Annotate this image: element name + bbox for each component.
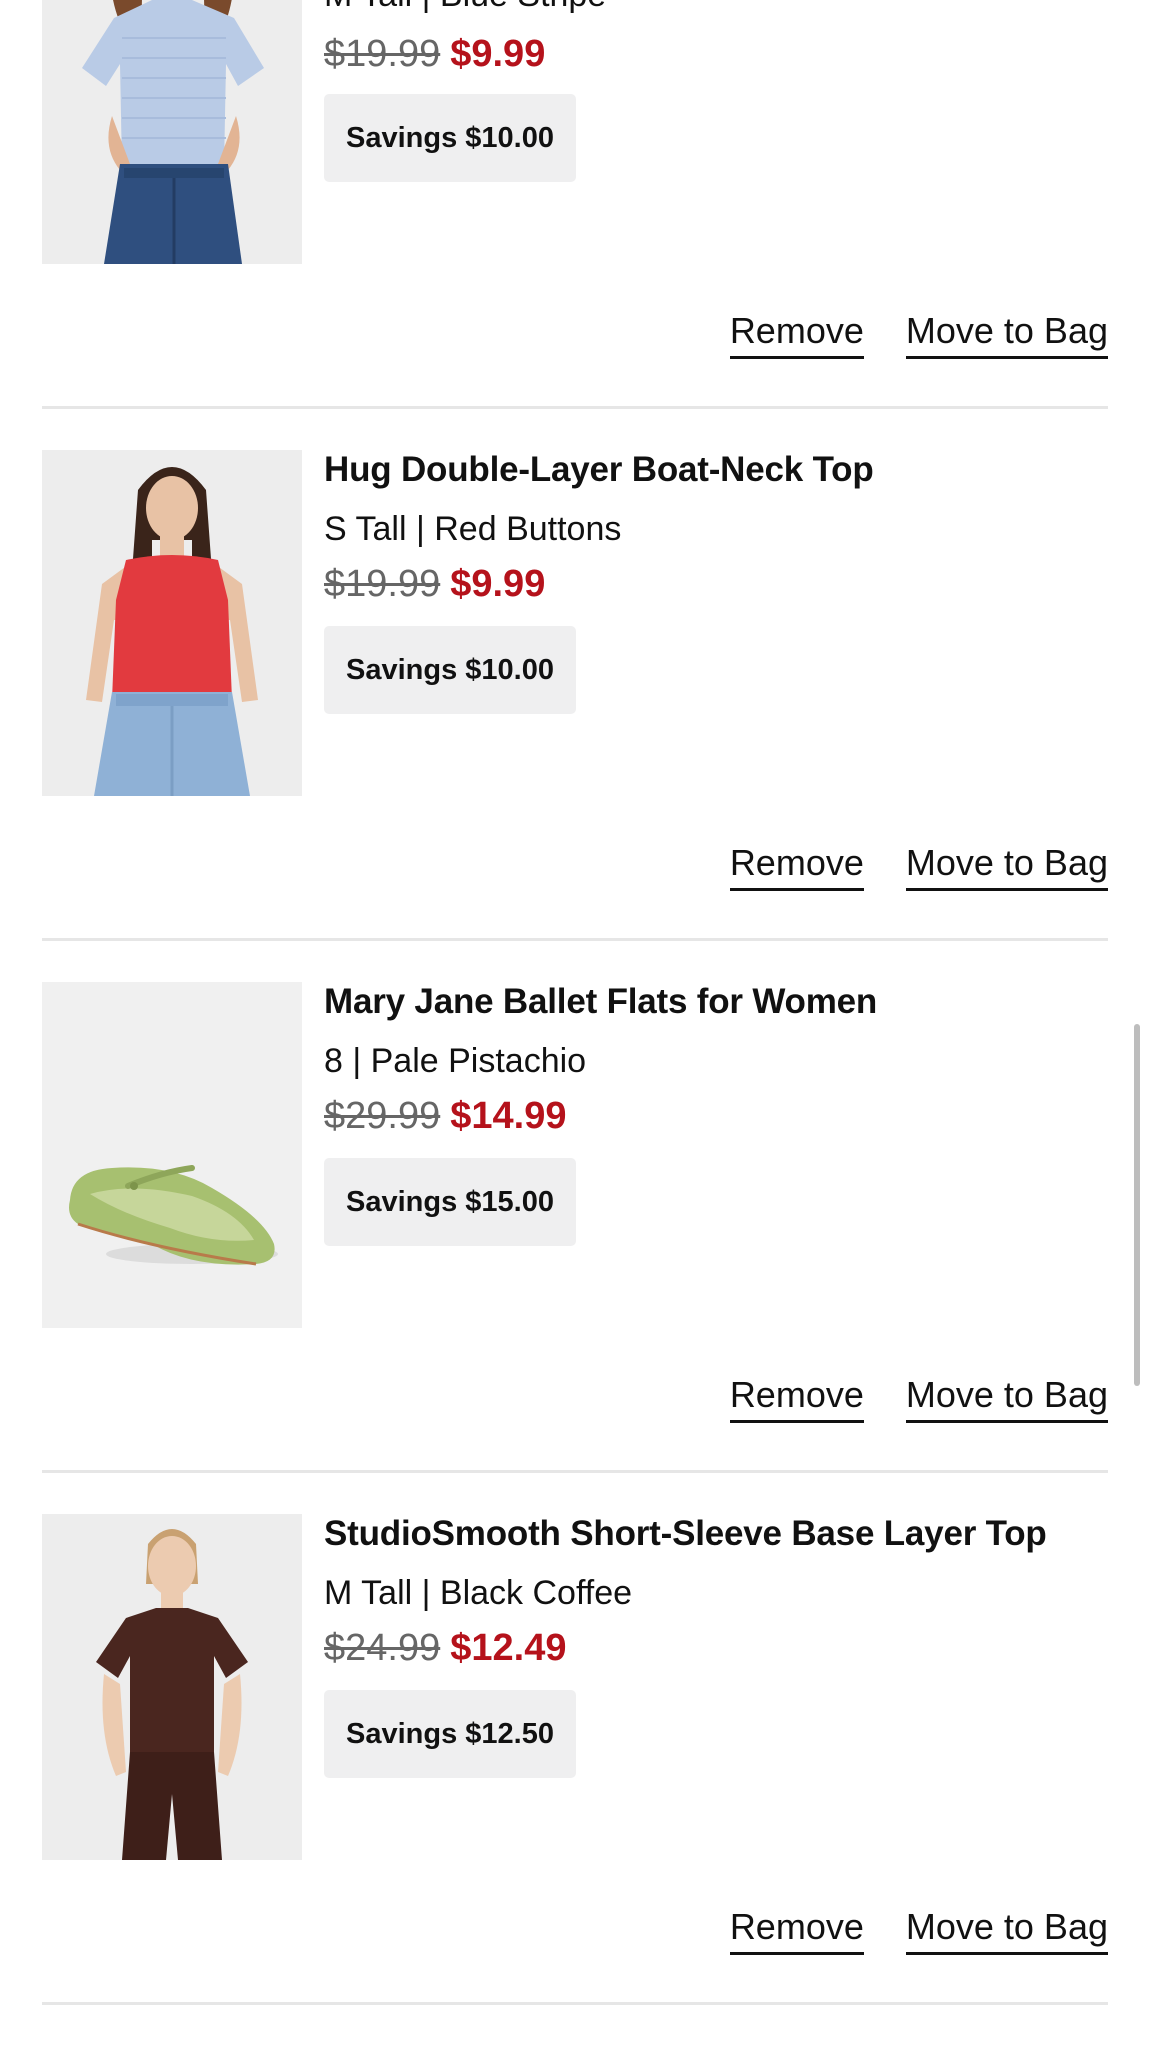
saved-items-list: M Tall | Blue Stripe $19.99$9.99 Savings… (0, 0, 1152, 2048)
item-variant: S Tall | Red Buttons (324, 510, 622, 548)
blue-stripe-tee-photo (42, 0, 302, 264)
item-variant: M Tall | Black Coffee (324, 1574, 633, 1612)
item-actions: Remove Move to Bag (729, 1374, 1108, 1423)
savings-badge: Savings $10.00 (324, 626, 576, 714)
green-ballet-flat-photo (42, 982, 302, 1328)
scrollbar[interactable] (1134, 1024, 1140, 1386)
product-image[interactable] (42, 0, 302, 264)
red-tank-top-photo (42, 450, 302, 796)
divider (42, 1470, 1108, 1473)
item-variant: M Tall | Blue Stripe (324, 0, 606, 15)
original-price: $19.99 (324, 33, 441, 75)
item-prices: $19.99 $9.99 (324, 33, 545, 76)
sale-price: $9.99 (450, 563, 546, 605)
remove-button[interactable]: Remove (729, 1374, 864, 1423)
move-to-bag-button[interactable]: Move to Bag (905, 842, 1108, 891)
sale-price: $14.99 (450, 1095, 567, 1137)
remove-button[interactable]: Remove (729, 1906, 864, 1955)
sale-price: $9.99 (450, 33, 546, 75)
sale-price: $12.49 (450, 1627, 567, 1669)
product-image[interactable] (42, 1514, 302, 1860)
move-to-bag-button[interactable]: Move to Bag (905, 310, 1108, 359)
divider (42, 406, 1108, 409)
item-actions: Remove Move to Bag (729, 1906, 1108, 1955)
savings-badge: Savings $10.00 (324, 94, 576, 182)
product-image[interactable] (42, 450, 302, 796)
divider (42, 2002, 1108, 2005)
original-price: $29.99 (324, 1095, 441, 1137)
item-actions: Remove Move to Bag (729, 842, 1108, 891)
original-price: $24.99 (324, 1627, 441, 1669)
remove-button[interactable]: Remove (729, 842, 864, 891)
item-prices: $24.99 $12.49 (324, 1627, 566, 1670)
move-to-bag-button[interactable]: Move to Bag (905, 1374, 1108, 1423)
original-price: $19.99 (324, 563, 441, 605)
savings-badge: Savings $12.50 (324, 1690, 576, 1778)
product-image[interactable] (42, 982, 302, 1328)
item-title[interactable]: StudioSmooth Short-Sleeve Base Layer Top (324, 1514, 1047, 1554)
item-title[interactable]: Mary Jane Ballet Flats for Women (324, 982, 877, 1022)
brown-base-layer-top-photo (42, 1514, 302, 1860)
item-prices: $19.99 $9.99 (324, 563, 545, 606)
item-prices: $29.99 $14.99 (324, 1095, 566, 1138)
remove-button[interactable]: Remove (729, 310, 864, 359)
item-title[interactable]: Hug Double-Layer Boat-Neck Top (324, 450, 874, 490)
divider (42, 938, 1108, 941)
item-actions: Remove Move to Bag (729, 310, 1108, 359)
savings-badge: Savings $15.00 (324, 1158, 576, 1246)
move-to-bag-button[interactable]: Move to Bag (905, 1906, 1108, 1955)
item-variant: 8 | Pale Pistachio (324, 1042, 587, 1080)
